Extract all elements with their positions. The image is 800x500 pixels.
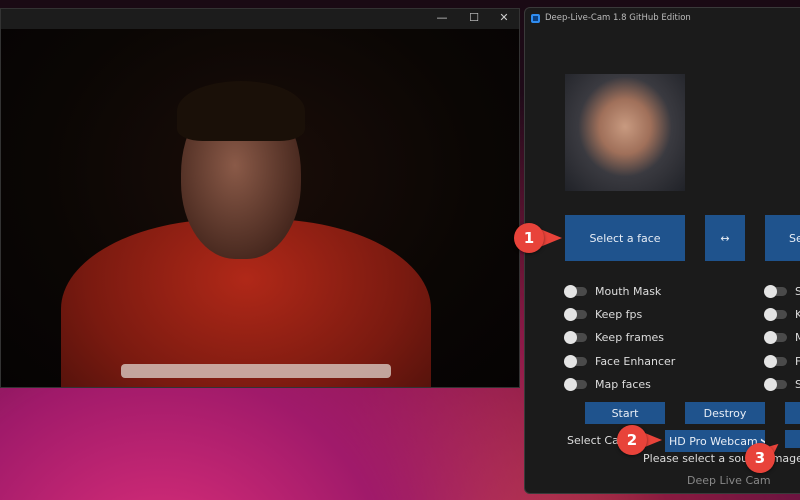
toggle-switch[interactable] xyxy=(564,308,587,321)
switch-label: Fi xyxy=(795,355,800,368)
switch-face-enhancer[interactable]: Face Enhancer xyxy=(564,355,676,368)
switch-sh[interactable]: Sh xyxy=(764,378,800,391)
person-hair xyxy=(177,81,305,141)
source-face-image xyxy=(565,74,685,191)
switch-label: K xyxy=(795,308,800,321)
deep-live-cam-window: Deep-Live-Cam 1.8 GitHub Edition Select … xyxy=(524,7,800,494)
toggle-switch[interactable] xyxy=(764,355,787,368)
swap-button[interactable]: ↔ xyxy=(705,215,745,261)
toggle-switch[interactable] xyxy=(764,378,787,391)
preview-titlebar: — ☐ ✕ xyxy=(1,9,519,29)
live-button[interactable] xyxy=(785,430,800,448)
toggle-knob xyxy=(764,308,777,321)
switch-map-faces[interactable]: Map faces xyxy=(564,378,651,391)
switch-label: Face Enhancer xyxy=(595,355,676,368)
switch-m[interactable]: M xyxy=(764,331,800,344)
switch-mouth-mask[interactable]: Mouth Mask xyxy=(564,285,662,298)
camera-selected: HD Pro Webcam xyxy=(669,434,758,448)
toggle-switch[interactable] xyxy=(764,308,787,321)
switch-label: Mouth Mask xyxy=(595,285,662,298)
toggle-knob xyxy=(764,355,777,368)
webcam-video-feed xyxy=(1,29,519,387)
app-titlebar: Deep-Live-Cam 1.8 GitHub Edition xyxy=(525,8,800,28)
toggle-knob xyxy=(564,355,577,368)
switch-label: Sh xyxy=(795,285,800,298)
callout-2: 2 xyxy=(617,425,647,455)
maximize-button[interactable]: ☐ xyxy=(459,11,489,24)
toggle-knob xyxy=(564,331,577,344)
switch-label: Map faces xyxy=(595,378,651,391)
switch-keep-fps[interactable]: Keep fps xyxy=(564,308,643,321)
switch-label: Sh xyxy=(795,378,800,391)
switch-sh[interactable]: Sh xyxy=(764,285,800,298)
webcam-preview-window: — ☐ ✕ xyxy=(0,8,520,388)
toggle-switch[interactable] xyxy=(764,331,787,344)
app-icon xyxy=(531,13,540,23)
footer-link[interactable]: Deep Live Cam xyxy=(687,474,771,487)
callout-1: 1 xyxy=(514,223,544,253)
start-button[interactable]: Start xyxy=(585,402,665,424)
switch-label: M xyxy=(795,331,800,344)
toggle-knob xyxy=(564,308,577,321)
select-face-button[interactable]: Select a face xyxy=(565,215,685,261)
switch-label: Keep fps xyxy=(595,308,643,321)
app-title: Deep-Live-Cam 1.8 GitHub Edition xyxy=(545,13,691,23)
destroy-button[interactable]: Destroy xyxy=(685,402,765,424)
preview-button[interactable] xyxy=(785,402,800,424)
toggle-knob xyxy=(764,378,777,391)
toggle-knob xyxy=(564,378,577,391)
toggle-switch[interactable] xyxy=(564,285,587,298)
callout-3: 3 xyxy=(745,443,775,473)
switch-fi[interactable]: Fi xyxy=(764,355,800,368)
toggle-knob xyxy=(764,285,777,298)
switch-keep-frames[interactable]: Keep frames xyxy=(564,331,665,344)
toggle-switch[interactable] xyxy=(564,331,587,344)
toggle-switch[interactable] xyxy=(764,285,787,298)
close-button[interactable]: ✕ xyxy=(489,11,519,24)
toggle-switch[interactable] xyxy=(564,355,587,368)
shirt-stripe xyxy=(121,364,391,378)
toggle-knob xyxy=(764,331,777,344)
select-target-button[interactable]: Se xyxy=(765,215,800,261)
minimize-button[interactable]: — xyxy=(427,11,457,24)
switch-k[interactable]: K xyxy=(764,308,800,321)
toggle-knob xyxy=(564,285,577,298)
toggle-switch[interactable] xyxy=(564,378,587,391)
switch-label: Keep frames xyxy=(595,331,665,344)
